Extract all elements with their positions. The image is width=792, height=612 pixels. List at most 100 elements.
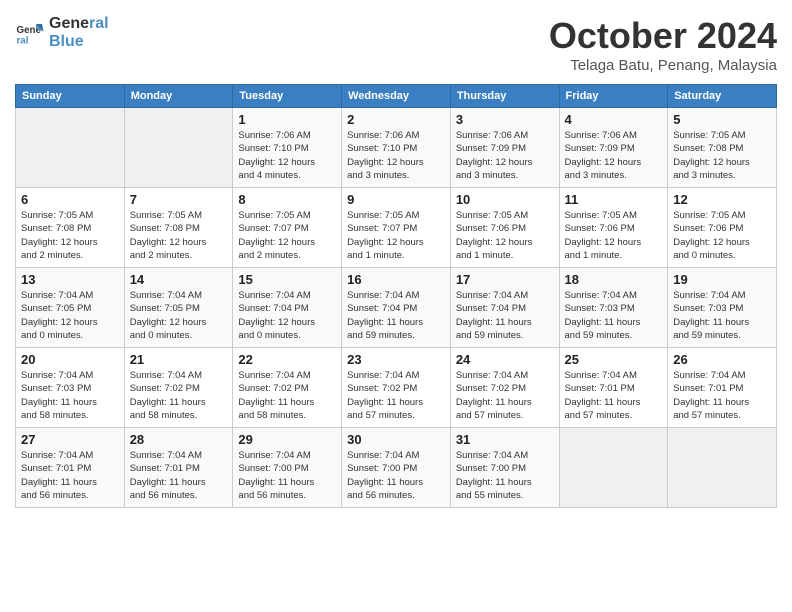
week-row-5: 27 Sunrise: 7:04 AM Sunset: 7:01 PM Dayli… [16, 428, 777, 508]
day-info: Sunrise: 7:04 AM Sunset: 7:00 PM Dayligh… [347, 449, 445, 502]
day-info: Sunrise: 7:04 AM Sunset: 7:02 PM Dayligh… [347, 369, 445, 422]
calendar-cell: 12 Sunrise: 7:05 AM Sunset: 7:06 PM Dayli… [668, 188, 777, 268]
day-number: 15 [238, 272, 336, 287]
calendar-cell: 27 Sunrise: 7:04 AM Sunset: 7:01 PM Dayli… [16, 428, 125, 508]
col-header-saturday: Saturday [668, 85, 777, 108]
calendar-table: SundayMondayTuesdayWednesdayThursdayFrid… [15, 84, 777, 508]
day-number: 29 [238, 432, 336, 447]
calendar-cell: 9 Sunrise: 7:05 AM Sunset: 7:07 PM Daylig… [342, 188, 451, 268]
day-info: Sunrise: 7:04 AM Sunset: 7:01 PM Dayligh… [673, 369, 771, 422]
day-number: 9 [347, 192, 445, 207]
svg-text:ral: ral [17, 35, 29, 46]
location: Telaga Batu, Penang, Malaysia [549, 57, 777, 74]
day-info: Sunrise: 7:04 AM Sunset: 7:01 PM Dayligh… [21, 449, 119, 502]
day-info: Sunrise: 7:06 AM Sunset: 7:09 PM Dayligh… [565, 129, 663, 182]
col-header-wednesday: Wednesday [342, 85, 451, 108]
day-number: 1 [238, 112, 336, 127]
header-row: SundayMondayTuesdayWednesdayThursdayFrid… [16, 85, 777, 108]
calendar-cell: 6Sunrise: 7:05 AM Sunset: 7:08 PM Daylig… [16, 188, 125, 268]
page-header: Gene ral General Blue October 2024 Telag… [15, 15, 777, 74]
logo: Gene ral General Blue [15, 15, 109, 50]
calendar-cell [16, 108, 125, 188]
day-number: 5 [673, 112, 771, 127]
day-info: Sunrise: 7:04 AM Sunset: 7:04 PM Dayligh… [238, 289, 336, 342]
calendar-cell: 10Sunrise: 7:05 AM Sunset: 7:06 PM Dayli… [450, 188, 559, 268]
day-number: 21 [130, 352, 228, 367]
calendar-cell: 11Sunrise: 7:05 AM Sunset: 7:06 PM Dayli… [559, 188, 668, 268]
day-number: 11 [565, 192, 663, 207]
calendar-cell: 4 Sunrise: 7:06 AM Sunset: 7:09 PM Daylig… [559, 108, 668, 188]
week-row-4: 20Sunrise: 7:04 AM Sunset: 7:03 PM Dayli… [16, 348, 777, 428]
day-number: 3 [456, 112, 554, 127]
col-header-thursday: Thursday [450, 85, 559, 108]
day-number: 23 [347, 352, 445, 367]
week-row-2: 6 Sunrise: 7:05 AM Sunset: 7:08 PM Daylig… [16, 188, 777, 268]
day-number: 26 [673, 352, 771, 367]
day-info: Sunrise: 7:06 AM Sunset: 7:10 PM Dayligh… [347, 129, 445, 182]
calendar-cell: 1Sunrise: 7:06 AM Sunset: 7:10 PM Daylig… [233, 108, 342, 188]
week-row-1: 1 Sunrise: 7:06 AM Sunset: 7:10 PM Daylig… [16, 108, 777, 188]
day-info: Sunrise: 7:04 AM Sunset: 7:02 PM Dayligh… [130, 369, 228, 422]
calendar-cell: 17 Sunrise: 7:04 AM Sunset: 7:04 PM Dayli… [450, 268, 559, 348]
day-info: Sunrise: 7:05 AM Sunset: 7:08 PM Dayligh… [673, 129, 771, 182]
col-header-monday: Monday [124, 85, 233, 108]
logo-subtext: Blue [49, 33, 109, 51]
week-row-3: 13 Sunrise: 7:04 AM Sunset: 7:05 PM Dayli… [16, 268, 777, 348]
day-number: 25 [565, 352, 663, 367]
day-info: Sunrise: 7:04 AM Sunset: 7:02 PM Dayligh… [238, 369, 336, 422]
calendar-cell: 28 Sunrise: 7:04 AM Sunset: 7:01 PM Dayli… [124, 428, 233, 508]
calendar-cell [668, 428, 777, 508]
day-info: Sunrise: 7:05 AM Sunset: 7:06 PM Dayligh… [673, 209, 771, 262]
day-info: Sunrise: 7:04 AM Sunset: 7:04 PM Dayligh… [456, 289, 554, 342]
calendar-cell: 29 Sunrise: 7:04 AM Sunset: 7:00 PM Dayli… [233, 428, 342, 508]
calendar-cell: 26 Sunrise: 7:04 AM Sunset: 7:01 PM Dayli… [668, 348, 777, 428]
day-number: 30 [347, 432, 445, 447]
day-number: 27 [21, 432, 119, 447]
calendar-cell: 21 Sunrise: 7:04 AM Sunset: 7:02 PM Dayli… [124, 348, 233, 428]
calendar-cell: 14 Sunrise: 7:04 AM Sunset: 7:05 PM Dayli… [124, 268, 233, 348]
calendar-cell: 18Sunrise: 7:04 AM Sunset: 7:03 PM Dayli… [559, 268, 668, 348]
day-number: 22 [238, 352, 336, 367]
calendar-cell: 8Sunrise: 7:05 AM Sunset: 7:07 PM Daylig… [233, 188, 342, 268]
day-number: 24 [456, 352, 554, 367]
calendar-cell: 2 Sunrise: 7:06 AM Sunset: 7:10 PM Daylig… [342, 108, 451, 188]
day-number: 20 [21, 352, 119, 367]
col-header-sunday: Sunday [16, 85, 125, 108]
calendar-cell: 15 Sunrise: 7:04 AM Sunset: 7:04 PM Dayli… [233, 268, 342, 348]
calendar-cell [124, 108, 233, 188]
calendar-cell: 16Sunrise: 7:04 AM Sunset: 7:04 PM Dayli… [342, 268, 451, 348]
calendar-cell: 19Sunrise: 7:04 AM Sunset: 7:03 PM Dayli… [668, 268, 777, 348]
day-number: 8 [238, 192, 336, 207]
title-block: October 2024 Telaga Batu, Penang, Malays… [549, 15, 777, 74]
day-number: 31 [456, 432, 554, 447]
day-info: Sunrise: 7:05 AM Sunset: 7:08 PM Dayligh… [130, 209, 228, 262]
day-info: Sunrise: 7:06 AM Sunset: 7:09 PM Dayligh… [456, 129, 554, 182]
calendar-cell: 20Sunrise: 7:04 AM Sunset: 7:03 PM Dayli… [16, 348, 125, 428]
col-header-friday: Friday [559, 85, 668, 108]
day-number: 28 [130, 432, 228, 447]
day-info: Sunrise: 7:04 AM Sunset: 7:01 PM Dayligh… [130, 449, 228, 502]
calendar-cell: 22 Sunrise: 7:04 AM Sunset: 7:02 PM Dayli… [233, 348, 342, 428]
day-number: 4 [565, 112, 663, 127]
day-info: Sunrise: 7:04 AM Sunset: 7:05 PM Dayligh… [130, 289, 228, 342]
day-number: 17 [456, 272, 554, 287]
logo-text: General [49, 15, 109, 33]
calendar-cell: 25Sunrise: 7:04 AM Sunset: 7:01 PM Dayli… [559, 348, 668, 428]
day-info: Sunrise: 7:04 AM Sunset: 7:05 PM Dayligh… [21, 289, 119, 342]
day-number: 7 [130, 192, 228, 207]
calendar-cell: 31Sunrise: 7:04 AM Sunset: 7:00 PM Dayli… [450, 428, 559, 508]
day-number: 13 [21, 272, 119, 287]
day-number: 12 [673, 192, 771, 207]
day-number: 6 [21, 192, 119, 207]
day-number: 2 [347, 112, 445, 127]
calendar-cell: 5 Sunrise: 7:05 AM Sunset: 7:08 PM Daylig… [668, 108, 777, 188]
day-info: Sunrise: 7:04 AM Sunset: 7:00 PM Dayligh… [238, 449, 336, 502]
calendar-cell: 23 Sunrise: 7:04 AM Sunset: 7:02 PM Dayli… [342, 348, 451, 428]
calendar-cell [559, 428, 668, 508]
logo-icon: Gene ral [15, 18, 45, 48]
day-number: 14 [130, 272, 228, 287]
col-header-tuesday: Tuesday [233, 85, 342, 108]
calendar-cell: 24Sunrise: 7:04 AM Sunset: 7:02 PM Dayli… [450, 348, 559, 428]
day-info: Sunrise: 7:04 AM Sunset: 7:03 PM Dayligh… [565, 289, 663, 342]
day-info: Sunrise: 7:05 AM Sunset: 7:07 PM Dayligh… [347, 209, 445, 262]
